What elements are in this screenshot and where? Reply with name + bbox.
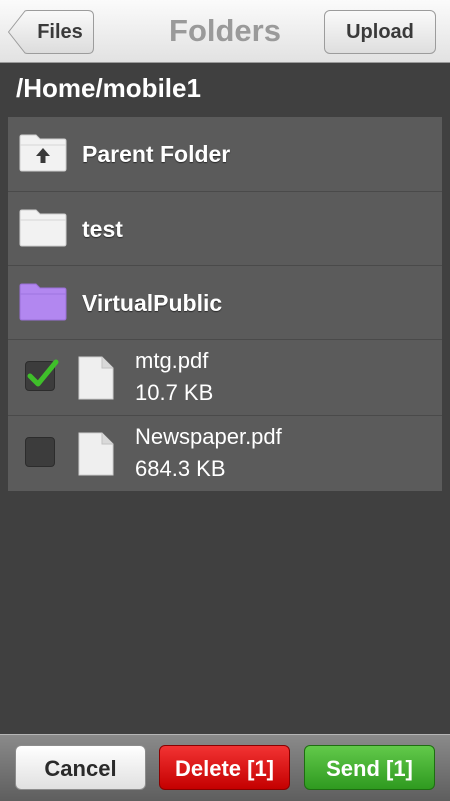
top-bar: Files Folders Upload <box>0 0 450 63</box>
cancel-button[interactable]: Cancel <box>15 745 146 790</box>
file-checkbox[interactable] <box>25 437 55 467</box>
folder-label: VirtualPublic <box>82 290 223 316</box>
send-button[interactable]: Send [1] <box>304 745 435 790</box>
file-name: mtg.pdf <box>135 348 209 373</box>
back-files-button[interactable]: Files <box>8 10 94 54</box>
document-icon <box>78 432 114 476</box>
checkmark-icon <box>27 359 59 387</box>
file-size: 684.3 KB <box>135 456 226 481</box>
delete-button[interactable]: Delete [1] <box>159 745 290 790</box>
list-item-file-newspaper[interactable]: Newspaper.pdf 684.3 KB <box>8 415 442 491</box>
page-title: Folders <box>169 13 281 48</box>
file-name: Newspaper.pdf <box>135 424 282 449</box>
folder-label: Parent Folder <box>82 141 231 167</box>
file-checkbox[interactable] <box>25 359 59 391</box>
folder-file-list: Parent Folder test VirtualPublic mtg.pdf… <box>8 117 442 491</box>
document-icon <box>78 356 114 400</box>
current-path: /Home/mobile1 <box>16 73 201 103</box>
list-item-file-mtg[interactable]: mtg.pdf 10.7 KB <box>8 339 442 415</box>
file-size: 10.7 KB <box>135 380 214 405</box>
folder-up-icon <box>19 134 67 172</box>
back-button-label: Files <box>37 21 83 43</box>
folder-icon <box>19 209 67 247</box>
list-item-folder-virtualpublic[interactable]: VirtualPublic <box>8 265 442 339</box>
folder-icon <box>19 283 67 321</box>
list-item-folder-test[interactable]: test <box>8 191 442 265</box>
list-item-parent-folder[interactable]: Parent Folder <box>8 117 442 191</box>
upload-button[interactable]: Upload <box>324 10 436 54</box>
bottom-toolbar: Cancel Delete [1] Send [1] <box>0 734 450 801</box>
folder-label: test <box>82 216 123 242</box>
